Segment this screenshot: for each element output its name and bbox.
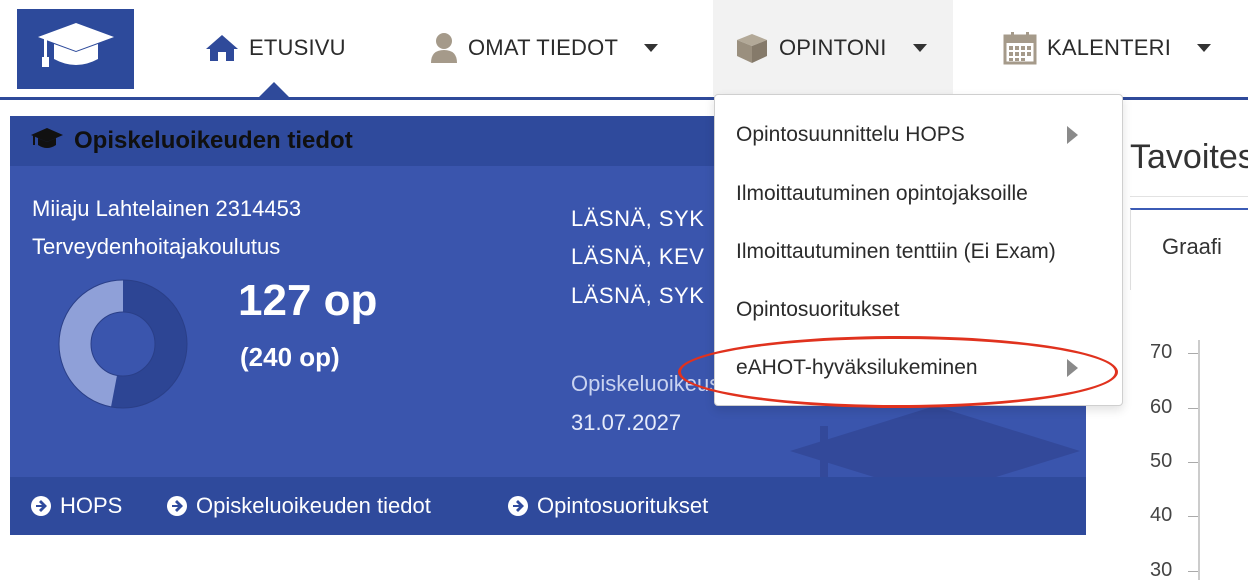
- nav-opintoni[interactable]: OPINTONI: [713, 0, 953, 96]
- y-tick-label: 40: [1150, 504, 1173, 526]
- nav-etusivu-label: ETUSIVU: [249, 35, 346, 60]
- study-right-details-label: Opiskeluoikeuden tiedot: [196, 493, 431, 518]
- y-tick-label: 70: [1150, 341, 1173, 363]
- term-status: LÄSNÄ, SYK: [571, 206, 705, 231]
- menu-item-study-records[interactable]: Opintosuoritukset: [736, 298, 899, 322]
- chevron-down-icon: [1197, 44, 1212, 52]
- term-status: LÄSNÄ, SYK: [571, 283, 705, 308]
- y-tick-label: 50: [1150, 450, 1173, 472]
- calendar-icon: [1003, 31, 1037, 65]
- y-tick-mark: [1188, 462, 1198, 463]
- box-icon: [735, 32, 769, 64]
- tab-graafi-label: Graafi: [1162, 234, 1222, 259]
- hops-link-label: HOPS: [60, 493, 123, 518]
- y-tick-mark: [1188, 408, 1198, 409]
- user-icon: [430, 32, 458, 64]
- panel-divider: [1130, 196, 1248, 197]
- term-status: LÄSNÄ, KEV: [571, 244, 705, 269]
- y-tick-mark: [1188, 516, 1198, 517]
- chart-y-axis: [1198, 340, 1200, 580]
- home-icon: [205, 34, 239, 62]
- caret-right-icon: [1067, 126, 1078, 144]
- graduation-cap-icon: [36, 19, 116, 80]
- chevron-down-icon: [912, 44, 927, 52]
- nav-omat-tiedot[interactable]: OMAT TIEDOT: [430, 0, 659, 96]
- validity-date: 31.07.2027: [571, 410, 682, 435]
- card-footer: HOPS Opiskeluoikeuden tiedot Opintosuori…: [10, 477, 1086, 535]
- menu-item-hops[interactable]: Opintosuunnittelu HOPS: [736, 123, 965, 147]
- nav-opintoni-label: OPINTONI: [779, 35, 887, 60]
- nav-omat-tiedot-label: OMAT TIEDOT: [468, 35, 619, 60]
- active-tab-indicator: [258, 82, 290, 98]
- nav-kalenteri[interactable]: KALENTERI: [1003, 0, 1212, 96]
- chevron-down-icon: [644, 44, 659, 52]
- menu-item-course-enrollment[interactable]: Ilmoittautuminen opintojaksoille: [736, 182, 1028, 206]
- hops-link[interactable]: HOPS: [30, 477, 122, 535]
- menu-item-exam-enrollment[interactable]: Ilmoittautuminen tenttiin (Ei Exam): [736, 240, 1056, 264]
- graduation-cap-icon: [30, 127, 64, 156]
- student-name: Miiaju Lahtelainen 2314453: [32, 196, 302, 221]
- credits-progress-chart: [55, 276, 191, 417]
- credits-completed: 127 op: [238, 276, 378, 325]
- study-right-details-link[interactable]: Opiskeluoikeuden tiedot: [166, 477, 431, 535]
- y-tick-label: 60: [1150, 396, 1173, 418]
- y-tick-mark: [1188, 571, 1198, 572]
- degree-program: Terveydenhoitajakoulutus: [32, 234, 281, 259]
- goals-panel-title: Tavoites: [1130, 138, 1248, 176]
- y-tick-mark: [1188, 353, 1198, 354]
- credits-required: (240 op): [240, 342, 340, 372]
- study-records-link[interactable]: Opintosuoritukset: [507, 477, 708, 535]
- card-title: Opiskeluoikeuden tiedot: [74, 127, 353, 154]
- y-tick-label: 30: [1150, 559, 1173, 580]
- arrow-circle-right-icon: [507, 495, 529, 517]
- arrow-circle-right-icon: [166, 495, 188, 517]
- study-records-label: Opintosuoritukset: [537, 493, 709, 518]
- nav-kalenteri-label: KALENTERI: [1047, 35, 1172, 60]
- home-logo[interactable]: [17, 9, 134, 89]
- arrow-circle-right-icon: [30, 495, 52, 517]
- top-navigation: ETUSIVU OMAT TIEDOT OPINTONI KALENTERI: [0, 0, 1248, 100]
- highlight-annotation: [678, 336, 1118, 408]
